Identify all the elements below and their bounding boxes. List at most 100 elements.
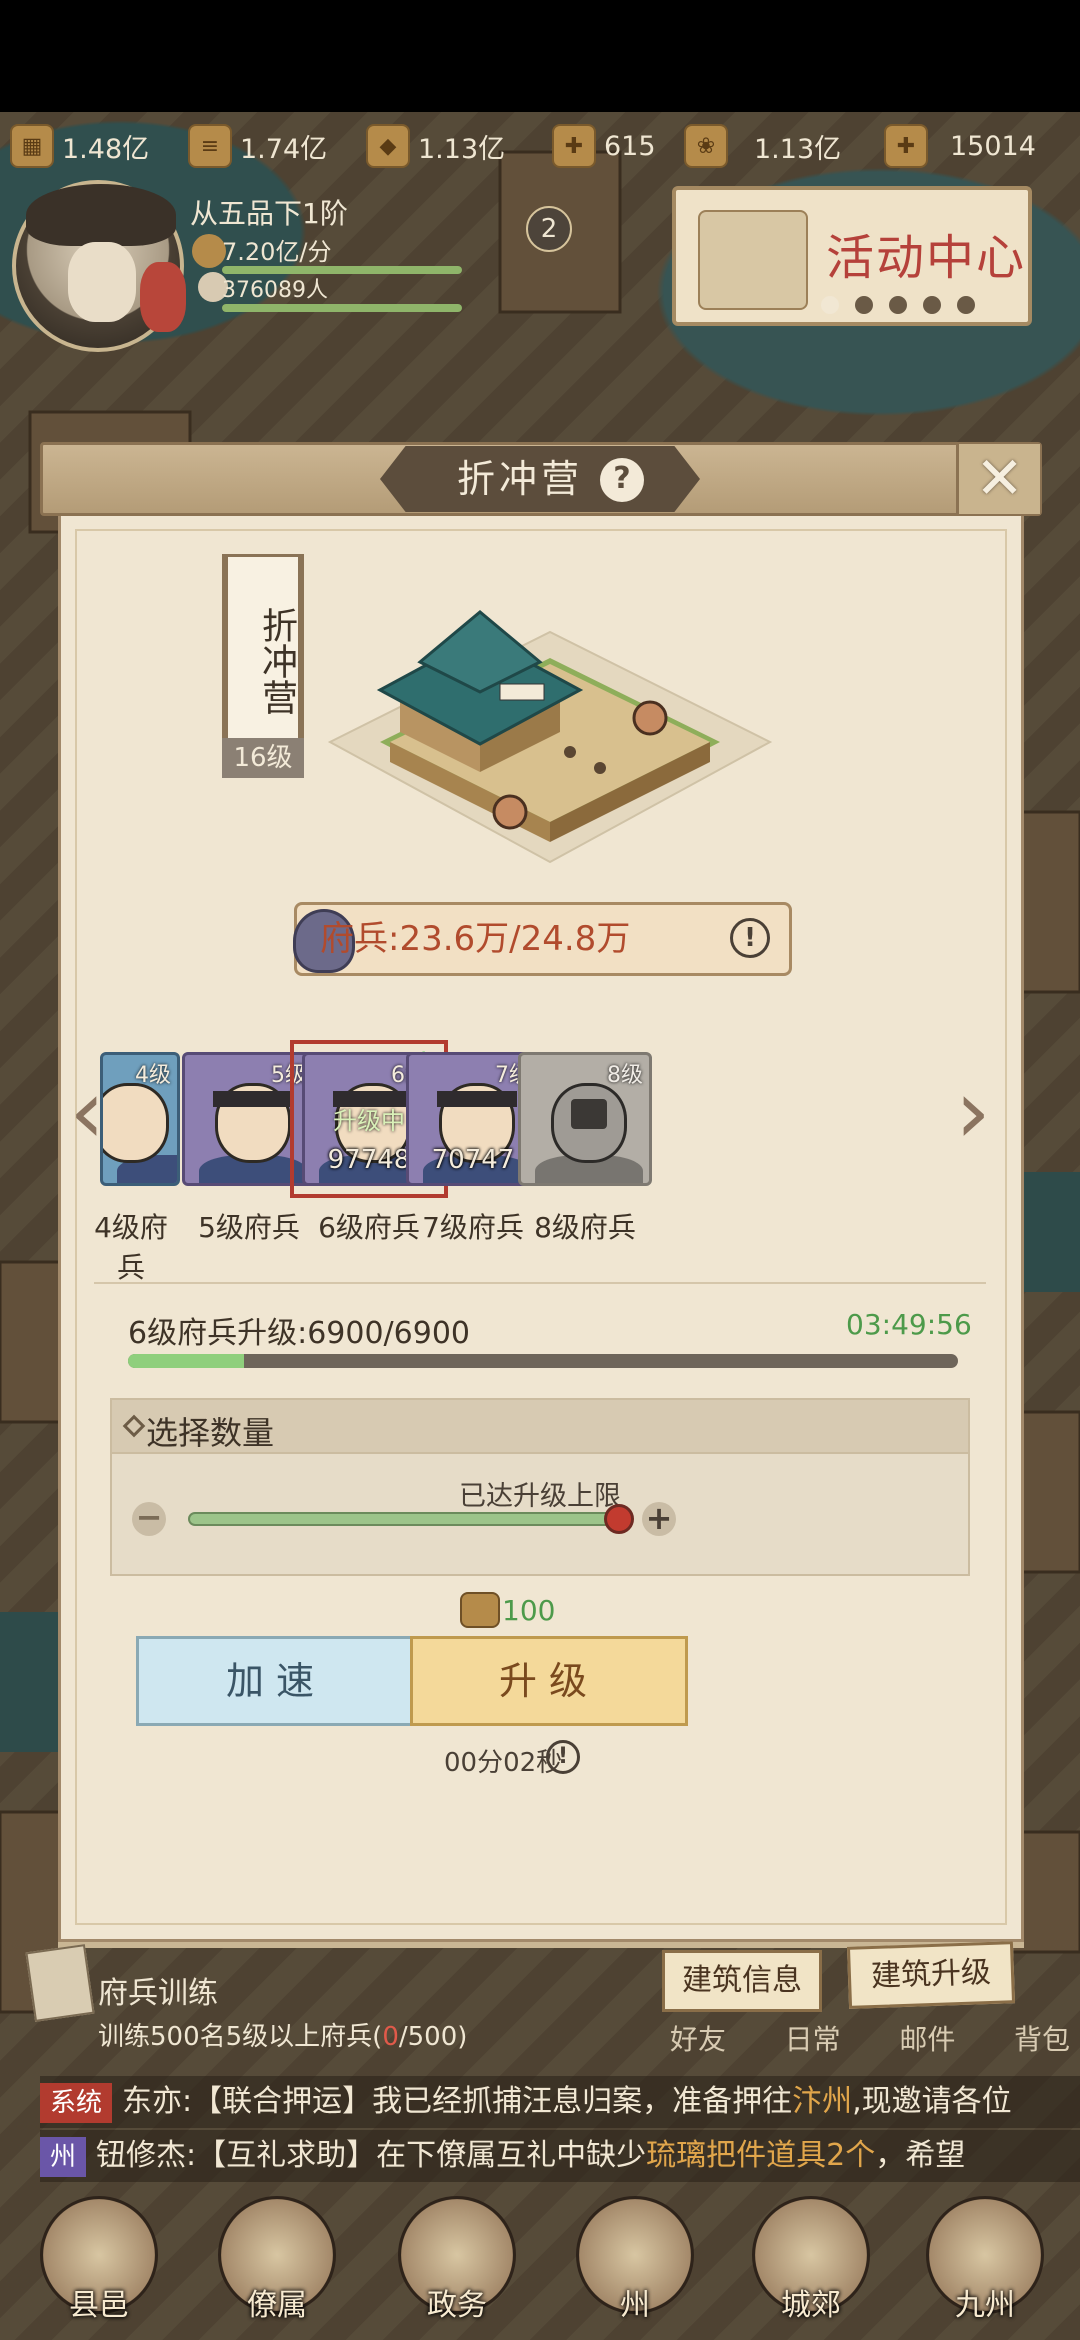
- soldier-card-lv8[interactable]: 8级: [518, 1052, 652, 1186]
- ingot-icon: ✚: [884, 124, 928, 168]
- help-icon[interactable]: ?: [600, 458, 644, 502]
- coin-icon: [192, 234, 226, 268]
- wood-icon: ▦: [10, 124, 54, 168]
- carousel-dot: [821, 296, 839, 314]
- event-center-banner[interactable]: 活动中心: [672, 186, 1032, 326]
- troop-capacity-text: 府兵:23.6万/24.8万: [320, 919, 631, 959]
- scroll-icon: [698, 210, 808, 310]
- nav-nine-states[interactable]: 九州: [910, 2196, 1060, 2340]
- player-income: 7.20亿/分: [222, 238, 332, 266]
- resource-wood[interactable]: ▦ 1.48亿: [10, 118, 149, 174]
- nav-affairs[interactable]: 政务: [382, 2196, 532, 2340]
- nav-suburbs[interactable]: 城郊: [736, 2196, 886, 2340]
- resource-grain[interactable]: ❀ 1.13亿: [684, 118, 841, 174]
- building-info-button[interactable]: 建筑信息: [662, 1950, 822, 2012]
- chat-channel-tag: 州: [40, 2137, 87, 2177]
- menu-friends[interactable]: 好友: [670, 2018, 726, 2058]
- task-desc-prefix: 训练500名5级以上府兵(: [98, 2022, 383, 2052]
- menu-daily[interactable]: 日常: [785, 2018, 841, 2058]
- carousel-dot: [889, 296, 907, 314]
- player-population: 376089人: [222, 278, 328, 303]
- building-upgrade-button[interactable]: 建筑升级: [846, 1941, 1016, 2009]
- notification-badge[interactable]: 2: [526, 206, 572, 252]
- carousel-dot: [957, 296, 975, 314]
- upgrade-progress-fill: [128, 1354, 245, 1368]
- nav-county[interactable]: 县邑: [24, 2196, 174, 2340]
- upgrade-timer: 03:49:56: [846, 1308, 972, 1341]
- close-button[interactable]: ✕: [956, 444, 1040, 514]
- resource-log[interactable]: ≡ 1.74亿: [188, 118, 327, 174]
- chat-line[interactable]: 系统 东亦:【联合押运】我已经抓捕汪息归案，准备押往汴州,现邀请各位: [40, 2076, 1080, 2128]
- increase-button[interactable]: +: [642, 1502, 676, 1536]
- avatar-face: [68, 242, 136, 322]
- speed-up-button[interactable]: 加速: [136, 1636, 416, 1726]
- nav-label: 州: [620, 2288, 650, 2323]
- resource-value: 615: [604, 130, 656, 162]
- resource-ingot[interactable]: ✚ 15014: [884, 118, 1036, 174]
- hat-icon: [26, 184, 176, 246]
- upgrade-progress-label: 6级府兵升级:6900/6900: [128, 1316, 470, 1351]
- decrease-button[interactable]: −: [132, 1501, 166, 1536]
- chat-line[interactable]: 州钮修杰:【互礼求助】在下僚属互礼中缺少琉璃把件道具2个，希望: [40, 2130, 1080, 2182]
- population-bar: [222, 304, 462, 312]
- status-bar-area: [0, 0, 1080, 112]
- resource-value: 1.13亿: [418, 133, 506, 165]
- info-icon[interactable]: !: [730, 918, 770, 958]
- resource-value: 15014: [950, 130, 1036, 162]
- headband: [213, 1091, 293, 1107]
- task-title: 府兵训练: [98, 1976, 218, 2011]
- upgrade-button[interactable]: 升级: [410, 1636, 688, 1726]
- task-description[interactable]: 训练500名5级以上府兵(0/500): [98, 2016, 467, 2053]
- nav-label: 僚属: [247, 2288, 307, 2323]
- card-label: 8级府兵: [534, 1211, 636, 1244]
- task-progress: 0: [382, 2022, 399, 2052]
- grain-icon: ❀: [684, 124, 728, 168]
- resource-value: 1.13亿: [754, 133, 842, 165]
- chat-text: ，希望: [875, 2138, 966, 2173]
- building-name-plaque: 折冲营: [222, 554, 304, 754]
- resource-lantern[interactable]: ✚ 615: [552, 118, 656, 174]
- chat-highlight: 汴州: [792, 2084, 853, 2119]
- log-icon: ≡: [188, 124, 232, 168]
- menu-bag[interactable]: 背包: [1014, 2018, 1070, 2058]
- barracks-modal: 折冲营 ? ✕ 折冲营 16级 府兵:23.6万/24.8万 ! ‹ › 4级 …: [40, 442, 1042, 1962]
- player-avatar[interactable]: [12, 180, 186, 352]
- modal-title: 折冲营: [456, 457, 583, 501]
- chat-text: ,现邀请各位: [852, 2084, 1012, 2119]
- card-label: 4级府兵: [94, 1211, 168, 1284]
- chat-channel-tag: 系统: [40, 2083, 113, 2123]
- carousel-dots: [821, 296, 975, 314]
- nav-label: 九州: [955, 2288, 1015, 2323]
- grain-icon: [460, 1592, 500, 1628]
- player-rank: 从五品下1阶: [190, 197, 348, 230]
- nav-label: 政务: [427, 2288, 487, 2323]
- card-level: 4级: [135, 1063, 171, 1088]
- chat-highlight: 琉璃把件道具2个: [646, 2138, 876, 2173]
- chat-text: 钮修杰:【互礼求助】在下僚属互礼中缺少: [96, 2138, 647, 2173]
- resource-ore[interactable]: ◆ 1.13亿: [366, 118, 505, 174]
- nav-label: 城郊: [781, 2288, 841, 2323]
- upgrade-progress-bar: [128, 1354, 958, 1368]
- chat-text: 东亦:【联合押运】我已经抓捕汪息归案，准备押往: [122, 2084, 793, 2119]
- quantity-title: 选择数量: [146, 1414, 275, 1452]
- nav-prefecture[interactable]: 州: [560, 2196, 710, 2340]
- mask-icon: [140, 262, 186, 332]
- resource-value: 1.74亿: [240, 133, 328, 165]
- upgrade-duration: 00分02秒: [444, 1748, 563, 1778]
- card-level: 8级: [607, 1063, 643, 1088]
- scroll-right-arrow[interactable]: ›: [948, 1062, 998, 1162]
- slider-handle[interactable]: [604, 1504, 634, 1534]
- building-level: 16级: [222, 738, 304, 778]
- nav-label: 县邑: [69, 2288, 129, 2323]
- soldier-card-lv4[interactable]: 4级: [100, 1052, 180, 1186]
- menu-mail[interactable]: 邮件: [899, 2018, 955, 2058]
- nav-staff[interactable]: 僚属: [202, 2196, 352, 2340]
- headband: [437, 1091, 517, 1107]
- upgrade-cost: 100: [502, 1594, 556, 1627]
- info-icon[interactable]: !: [546, 1740, 580, 1774]
- limit-reached-text: 已达升级上限: [459, 1481, 621, 1512]
- barracks-illustration: [327, 610, 773, 864]
- carousel-dot: [855, 296, 873, 314]
- quantity-slider[interactable]: [188, 1512, 622, 1526]
- event-center-title: 活动中心: [826, 230, 1027, 286]
